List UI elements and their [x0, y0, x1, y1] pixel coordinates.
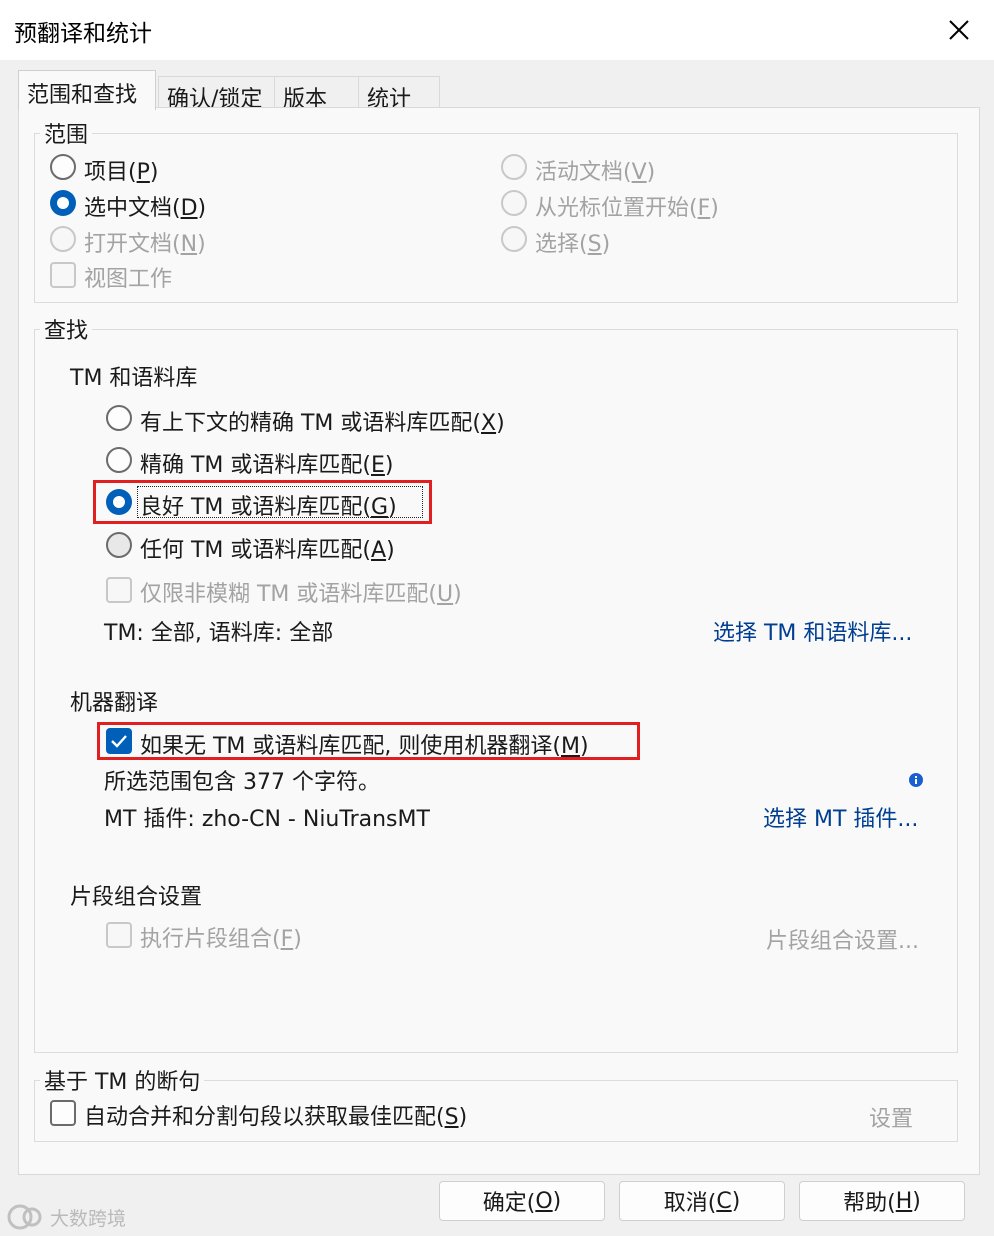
- close-button[interactable]: [930, 8, 988, 52]
- check-icon: [111, 735, 127, 748]
- auto-merge-split-checkbox[interactable]: [50, 1100, 76, 1126]
- find-legend: 查找: [40, 313, 93, 345]
- segment-combine-label: 执行片段组合(F): [140, 927, 302, 952]
- context-match-radio[interactable]: [106, 405, 132, 431]
- watermark-text: 大数跨境: [50, 1207, 127, 1230]
- view-work-label: 视图工作: [84, 267, 173, 292]
- nonfuzzy-label: 仅限非模糊 TM 或语料库匹配(U): [140, 582, 462, 607]
- select-tm-link[interactable]: 选择 TM 和语料库...: [713, 615, 912, 647]
- tm-section-heading: TM 和语料库: [70, 366, 198, 391]
- nonfuzzy-checkbox[interactable]: [106, 577, 132, 603]
- open-docs-label: 打开文档(N): [84, 232, 206, 257]
- segmentation-settings-button[interactable]: 设置: [869, 1101, 913, 1133]
- cancel-button[interactable]: 取消(C): [619, 1181, 785, 1221]
- watermark: 大数跨境: [6, 1203, 126, 1231]
- project-radio[interactable]: [50, 154, 76, 180]
- segmentation-legend: 基于 TM 的断句: [40, 1064, 205, 1096]
- segment-section-heading: 片段组合设置: [70, 885, 203, 910]
- watermark-logo-icon: [7, 1204, 42, 1230]
- use-mt-label: 如果无 TM 或语料库匹配, 则使用机器翻译(M): [140, 734, 589, 759]
- project-label: 项目(P): [84, 160, 159, 185]
- open-docs-radio[interactable]: [50, 226, 76, 252]
- tab-label: 范围和查找: [27, 83, 138, 108]
- segment-settings-link[interactable]: 片段组合设置...: [766, 923, 919, 955]
- close-icon: [949, 20, 969, 40]
- tab-version[interactable]: 版本: [274, 76, 360, 112]
- selected-docs-label: 选中文档(D): [84, 196, 207, 221]
- tab-scope-find[interactable]: 范围和查找: [18, 70, 156, 110]
- help-button[interactable]: 帮助(H): [799, 1181, 965, 1221]
- view-work-checkbox[interactable]: [50, 262, 76, 288]
- selected-docs-radio[interactable]: [50, 190, 76, 216]
- mt-plugin-text: MT 插件: zho-CN - NiuTransMT: [104, 807, 430, 832]
- dialog-title: 预翻译和统计: [14, 21, 152, 47]
- any-match-label: 任何 TM 或语料库匹配(A): [140, 538, 395, 563]
- active-doc-radio[interactable]: [501, 154, 527, 180]
- auto-merge-split-label: 自动合并和分割句段以获取最佳匹配(S): [84, 1105, 468, 1130]
- good-match-radio[interactable]: [106, 489, 132, 515]
- ok-button[interactable]: 确定(O): [439, 1181, 605, 1221]
- selection-radio[interactable]: [501, 226, 527, 252]
- exact-match-label: 精确 TM 或语料库匹配(E): [140, 453, 394, 478]
- tab-confirm-lock[interactable]: 确认/锁定: [158, 76, 276, 112]
- info-icon[interactable]: [909, 772, 923, 787]
- tab-statistics[interactable]: 统计: [358, 76, 440, 112]
- scope-legend: 范围: [40, 117, 93, 149]
- good-match-label: 良好 TM 或语料库匹配(G): [140, 495, 397, 520]
- exact-match-radio[interactable]: [106, 447, 132, 473]
- segment-combine-checkbox[interactable]: [106, 922, 132, 948]
- context-match-label: 有上下文的精确 TM 或语料库匹配(X): [140, 411, 505, 436]
- mt-section-heading: 机器翻译: [70, 691, 159, 716]
- select-mt-plugin-link[interactable]: 选择 MT 插件...: [763, 801, 918, 833]
- active-doc-label: 活动文档(V): [535, 160, 656, 185]
- from-cursor-label: 从光标位置开始(F): [535, 196, 719, 221]
- from-cursor-radio[interactable]: [501, 190, 527, 216]
- selection-label: 选择(S): [535, 232, 611, 257]
- char-count-text: 所选范围包含 377 个字符。: [104, 770, 380, 795]
- use-mt-checkbox[interactable]: [106, 728, 132, 754]
- info-icon-glyph: [909, 773, 923, 787]
- tm-info-text: TM: 全部, 语料库: 全部: [104, 621, 334, 646]
- any-match-radio[interactable]: [106, 532, 132, 558]
